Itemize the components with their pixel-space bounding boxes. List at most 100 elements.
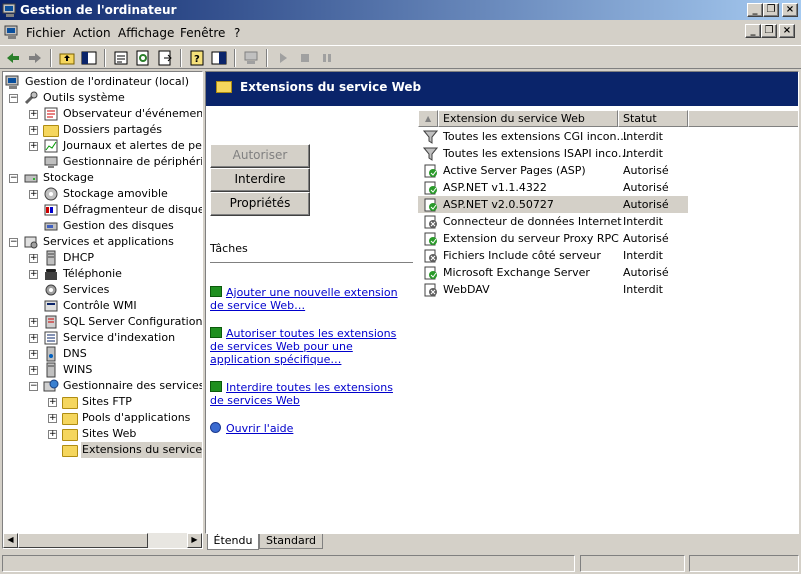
deny-button[interactable]: Interdire [210, 168, 310, 192]
start-icon[interactable] [274, 49, 292, 67]
expand-toggle[interactable]: + [29, 142, 38, 151]
child-restore-button[interactable]: ❐ [761, 24, 777, 38]
list-item[interactable]: ASP.NET v2.0.50727 Autorisé [418, 196, 688, 213]
show-hide-tree-icon[interactable] [80, 49, 98, 67]
restore-button[interactable]: ❐ [763, 3, 779, 17]
open-help-link[interactable]: Ouvrir l'aide [210, 422, 400, 435]
deny-all-link[interactable]: Interdire toutes les extensions de servi… [210, 381, 400, 407]
child-close-button[interactable]: × [779, 24, 795, 38]
menu-action[interactable]: Action [73, 26, 111, 40]
child-minimize-button[interactable]: _ [745, 24, 761, 38]
expand-toggle[interactable]: + [48, 398, 57, 407]
expand-toggle[interactable]: + [29, 318, 38, 327]
expand-toggle[interactable]: + [48, 430, 57, 439]
sort-icon[interactable]: ▲ [418, 110, 438, 127]
expand-toggle[interactable]: + [29, 350, 38, 359]
list-item[interactable]: Toutes les extensions ISAPI inco… Interdi… [418, 145, 688, 162]
properties-button[interactable]: Propriétés [210, 192, 310, 216]
tree-node-dhcp[interactable]: DHCP [43, 250, 95, 266]
expand-toggle[interactable]: + [29, 110, 38, 119]
expand-toggle[interactable]: + [29, 254, 38, 263]
menu-fenetre[interactable]: Fenêtre [180, 26, 225, 40]
allow-all-link[interactable]: Autoriser toutes les extensions de servi… [210, 327, 400, 366]
tab-extended[interactable]: Étendu [207, 534, 259, 550]
tree-node-perf-logs[interactable]: Journaux et alertes de perfo [43, 138, 202, 154]
menu-affichage[interactable]: Affichage [118, 26, 174, 40]
collapse-toggle[interactable]: − [29, 382, 38, 391]
expand-toggle[interactable]: + [29, 126, 38, 135]
tab-standard[interactable]: Standard [259, 534, 323, 549]
tree-node-iis-manager[interactable]: Gestionnaire des services In [43, 378, 202, 394]
collapse-toggle[interactable]: − [9, 94, 18, 103]
tree-node-wmi[interactable]: Contrôle WMI [43, 298, 138, 314]
list-item[interactable]: ASP.NET v1.1.4322 Autorisé [418, 179, 688, 196]
back-icon[interactable] [4, 49, 22, 67]
system-menu-icon[interactable] [4, 24, 20, 40]
tree-node-indexing[interactable]: Service d'indexation [43, 330, 176, 346]
tree-node-shared-folders[interactable]: Dossiers partagés [43, 122, 163, 138]
list-item[interactable]: Toutes les extensions CGI incon… Interdit [418, 128, 688, 145]
forward-icon[interactable] [26, 49, 44, 67]
properties-icon[interactable] [112, 49, 130, 67]
tree-horizontal-scrollbar[interactable]: ◀ ▶ [3, 533, 202, 548]
scroll-left-icon[interactable]: ◀ [3, 533, 18, 548]
tree-node-device-manager[interactable]: Gestionnaire de périphérique [43, 154, 202, 170]
server-icon [46, 250, 56, 266]
tree-node-app-pools[interactable]: Pools d'applications [62, 410, 191, 426]
tree-node-dns[interactable]: DNS [43, 346, 88, 362]
tree-node-ftp-sites[interactable]: Sites FTP [62, 394, 133, 410]
tree-node-removable-storage[interactable]: Stockage amovible [43, 186, 169, 202]
tree-node-storage[interactable]: Stockage [23, 170, 95, 186]
menu-help[interactable]: ? [234, 26, 240, 40]
tree-node-services[interactable]: Services [43, 282, 110, 298]
toolbar-separator [50, 49, 52, 67]
add-extension-link[interactable]: Ajouter une nouvelle extension de servic… [210, 286, 400, 312]
list-item[interactable]: Connecteur de données Internet Interdit [418, 213, 688, 230]
tree-node-telephony[interactable]: Téléphonie [43, 266, 123, 282]
toolbar-separator [266, 49, 268, 67]
list-item[interactable]: Extension du serveur Proxy RPC Autorisé [418, 230, 688, 247]
expand-toggle[interactable]: + [29, 334, 38, 343]
export-list-icon[interactable] [156, 49, 174, 67]
refresh-icon[interactable] [134, 49, 152, 67]
tree-node-wins[interactable]: WINS [43, 362, 93, 378]
expand-toggle[interactable]: + [48, 414, 57, 423]
computer-icon[interactable] [242, 49, 260, 67]
column-header-extension[interactable]: Extension du service Web [438, 110, 618, 127]
tree-node-web-extensions[interactable]: Extensions du service W [62, 442, 202, 458]
status-panel [580, 555, 685, 572]
scroll-thumb[interactable] [18, 533, 148, 548]
tree-node-event-viewer[interactable]: Observateur d'événements [43, 106, 202, 122]
list-item[interactable]: WebDAV Interdit [418, 281, 688, 298]
allow-button[interactable]: Autoriser [210, 144, 310, 168]
gear-icon [45, 284, 57, 296]
expand-toggle[interactable]: + [29, 366, 38, 375]
expand-toggle[interactable]: + [29, 270, 38, 279]
list-item[interactable]: Microsoft Exchange Server Autorisé [418, 264, 688, 281]
tree-node-web-sites[interactable]: Sites Web [62, 426, 137, 442]
show-action-pane-icon[interactable] [210, 49, 228, 67]
list-item[interactable]: Fichiers Include côté serveur Interdit [418, 247, 688, 264]
tree-node-root[interactable]: Gestion de l'ordinateur (local) [5, 74, 190, 90]
up-folder-icon[interactable] [58, 49, 76, 67]
collapse-toggle[interactable]: − [9, 238, 18, 247]
stop-icon[interactable] [296, 49, 314, 67]
view-tabs: Étendu Standard [205, 534, 799, 550]
tree-node-sql-config[interactable]: SQL Server Configuration M [43, 314, 202, 330]
help-icon[interactable]: ? [188, 49, 206, 67]
device-manager-icon [44, 156, 58, 168]
menu-fichier[interactable]: Fichier [26, 26, 65, 40]
list-item[interactable]: Active Server Pages (ASP) Autorisé [418, 162, 688, 179]
collapse-toggle[interactable]: − [9, 174, 18, 183]
tree-node-defragmenter[interactable]: Défragmenteur de disque [43, 202, 202, 218]
column-header-status[interactable]: Statut [618, 110, 688, 127]
close-button[interactable]: × [782, 3, 798, 17]
tree-node-services-apps[interactable]: Services et applications [23, 234, 175, 250]
scroll-right-icon[interactable]: ▶ [187, 533, 202, 548]
tree-node-disk-management[interactable]: Gestion des disques [43, 218, 175, 234]
pause-icon[interactable] [318, 49, 336, 67]
minimize-button[interactable]: _ [747, 3, 763, 17]
extension-name: Active Server Pages (ASP) [443, 164, 586, 177]
tree-node-system-tools[interactable]: Outils système [23, 90, 126, 106]
expand-toggle[interactable]: + [29, 190, 38, 199]
